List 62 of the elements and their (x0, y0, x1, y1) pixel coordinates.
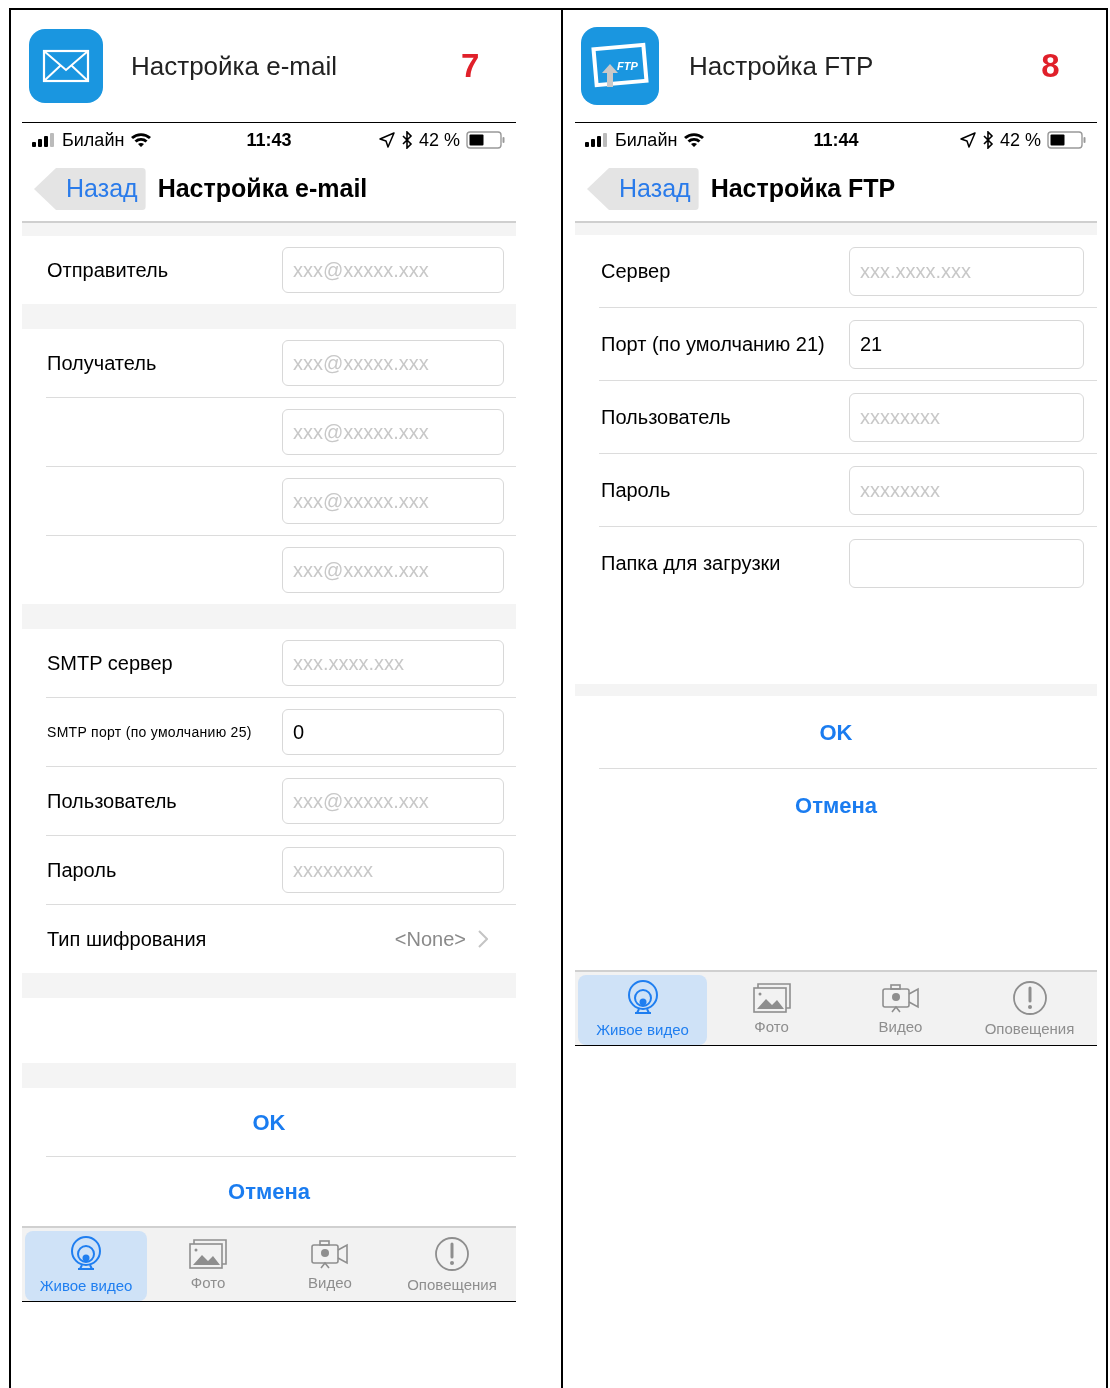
back-button[interactable]: Назад (34, 168, 146, 210)
text-input-field[interactable]: 0 (282, 709, 504, 755)
field-label: Папка для загрузки (601, 551, 781, 576)
dialog-button[interactable]: OK (819, 715, 853, 749)
wifi-icon (130, 132, 153, 148)
signal-icon (32, 133, 56, 147)
carrier-name: Билайн (62, 128, 125, 152)
text-input-field[interactable]: 21 (849, 319, 1084, 369)
tab-bar-item[interactable]: Фото (147, 1231, 269, 1301)
battery-icon (466, 131, 506, 149)
carrier-name: Билайн (615, 128, 678, 152)
screen-title: Настройка FTP (710, 173, 896, 205)
signal-icon (585, 133, 609, 147)
tab-bar-item[interactable]: Живое видео (578, 975, 707, 1045)
encryption-select[interactable]: <None> (394, 924, 488, 954)
step-number: 8 (1041, 46, 1060, 87)
field-label: Отправитель (47, 258, 169, 283)
field-label: Сервер (601, 259, 671, 284)
battery-percent: 42 % (418, 128, 460, 152)
field-label: Пароль (47, 858, 117, 883)
field-label: Получатель (47, 351, 157, 376)
exclamation-circle-icon (1011, 979, 1048, 1016)
tab-bar-item[interactable]: Оповещения (391, 1231, 513, 1301)
screen-title: Настройка e-mail (157, 173, 368, 205)
battery-icon (1047, 131, 1087, 149)
wifi-icon (683, 132, 706, 148)
section-heading: Настройка FTP (689, 49, 874, 83)
tab-bar-item[interactable]: Видео (836, 975, 965, 1045)
dialog-button[interactable]: OK (252, 1105, 286, 1139)
tab-bar-item[interactable]: Живое видео (25, 1231, 147, 1301)
step-number: 7 (461, 46, 480, 87)
tab-bar-item[interactable]: Видео (269, 1231, 391, 1301)
back-button[interactable]: Назад (587, 168, 699, 210)
field-label: Порт (по умолчанию 21) (601, 332, 825, 357)
dialog-button[interactable]: Отмена (228, 1174, 310, 1208)
field-label: SMTP порт (по умолчанию 25) (47, 722, 252, 742)
field-label: SMTP сервер (47, 651, 173, 676)
section-heading: Настройка e-mail (131, 49, 337, 83)
location-arrow-icon (959, 132, 976, 148)
field-label: Пользователь (601, 405, 731, 430)
tab-bar-item[interactable]: Оповещения (965, 975, 1094, 1045)
ftp-upload-icon: FTP (581, 27, 659, 105)
clock-time: 11:44 (812, 128, 860, 152)
field-label: Пользователь (47, 789, 177, 814)
exclamation-circle-icon (434, 1235, 470, 1272)
bluetooth-icon (400, 131, 413, 149)
location-arrow-icon (378, 132, 395, 148)
photo-icon (751, 981, 792, 1014)
envelope-icon (29, 29, 103, 103)
text-input-field[interactable] (849, 538, 1084, 588)
field-label: Тип шифрования (47, 927, 207, 952)
video-camera-icon (879, 981, 922, 1014)
photo-icon (188, 1237, 228, 1270)
webcam-icon (68, 1234, 104, 1273)
battery-percent: 42 % (999, 128, 1041, 152)
tab-bar-item[interactable]: Фото (707, 975, 836, 1045)
video-camera-icon (309, 1237, 351, 1270)
dialog-button[interactable]: Отмена (795, 788, 877, 822)
clock-time: 11:43 (245, 128, 293, 152)
chevron-right-icon (478, 930, 488, 948)
bluetooth-icon (981, 131, 994, 149)
field-label: Пароль (601, 478, 671, 503)
